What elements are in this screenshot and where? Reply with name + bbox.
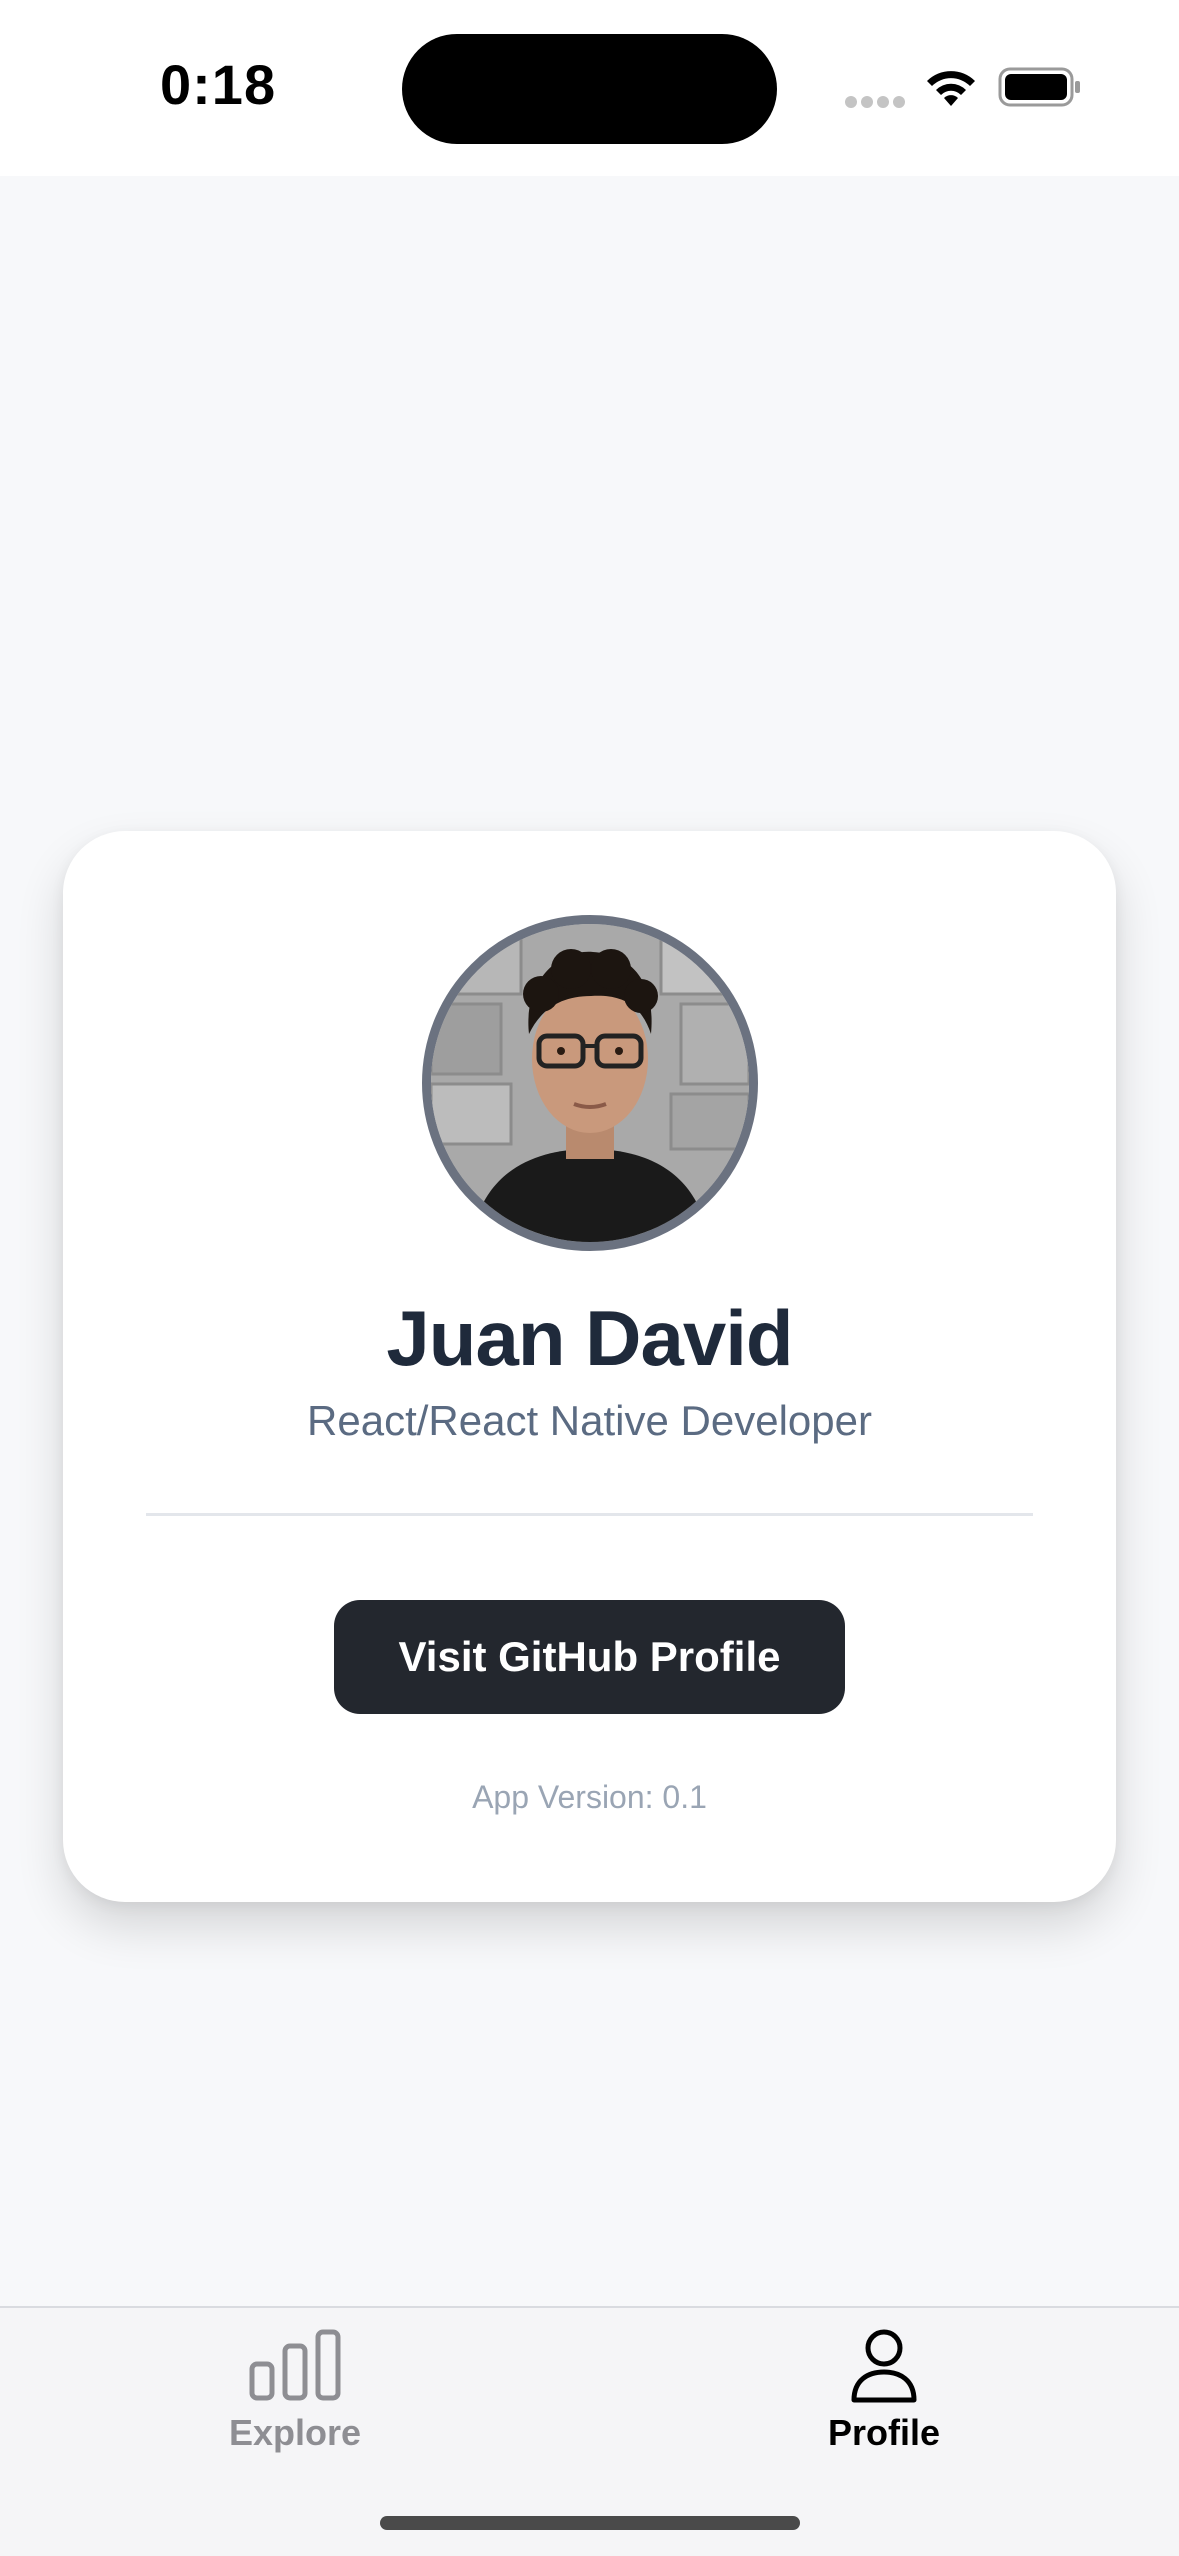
visit-github-profile-button[interactable]: Visit GitHub Profile <box>334 1600 845 1714</box>
wifi-icon <box>922 66 980 110</box>
divider <box>146 1513 1033 1516</box>
signal-dots-icon <box>845 96 905 108</box>
tab-explore[interactable]: Explore <box>95 2308 495 2478</box>
profile-screen: 0:18 Juan David React/React Native Devel… <box>0 0 1179 2556</box>
tab-explore-label: Explore <box>228 2412 362 2453</box>
battery-icon <box>998 66 1082 108</box>
profile-card: Juan David React/React Native Developer … <box>63 831 1116 1902</box>
dynamic-island <box>402 34 777 144</box>
avatar <box>422 915 758 1251</box>
profile-photo <box>431 924 749 1242</box>
person-icon <box>836 2328 932 2404</box>
app-version: App Version: 0.1 <box>472 1779 707 1815</box>
bar-chart-icon <box>247 2328 343 2404</box>
status-bar: 0:18 <box>0 0 1179 176</box>
tab-profile-label: Profile <box>827 2412 941 2453</box>
home-indicator[interactable] <box>380 2516 800 2530</box>
profile-role: React/React Native Developer <box>307 1397 872 1444</box>
status-time: 0:18 <box>160 53 277 116</box>
tab-profile[interactable]: Profile <box>684 2308 1084 2478</box>
profile-name: Juan David <box>386 1294 793 1382</box>
